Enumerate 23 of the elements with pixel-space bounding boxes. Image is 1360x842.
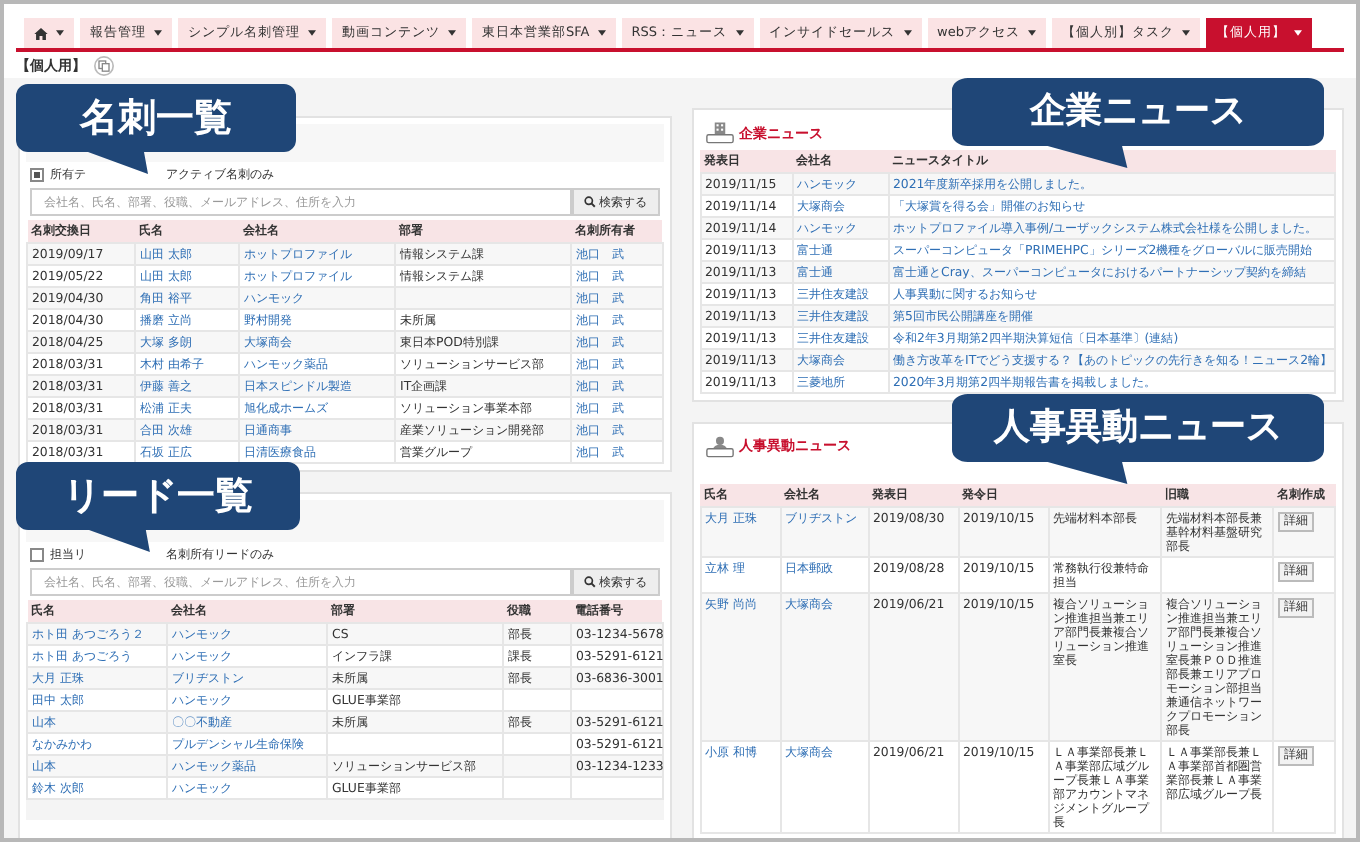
caret-icon: [1181, 30, 1190, 36]
callout-title: 企業ニュース: [1030, 88, 1246, 136]
callout-title: 名刺一覧: [80, 94, 232, 144]
home-icon: [34, 27, 48, 39]
caret-icon: [597, 30, 606, 36]
search-icon: [583, 576, 595, 588]
building-icon: [705, 122, 733, 144]
callout-title: 人事異動ニュース: [994, 404, 1282, 452]
caret-icon: [56, 30, 64, 36]
caret-icon: [735, 30, 743, 36]
caret-icon: [903, 30, 911, 36]
person-icon: [705, 436, 733, 458]
home-tab[interactable]: [24, 18, 74, 48]
caret-icon: [1293, 30, 1302, 36]
search-icon: [583, 196, 595, 208]
caret-icon: [1027, 30, 1036, 36]
checkbox[interactable]: [30, 168, 44, 182]
checkbox[interactable]: [30, 548, 44, 562]
caret-icon: [448, 30, 456, 36]
callout-title: リード一覧: [63, 472, 253, 522]
caret-icon: [154, 30, 162, 36]
caret-icon: [308, 30, 316, 36]
copy-icon[interactable]: [94, 56, 114, 76]
